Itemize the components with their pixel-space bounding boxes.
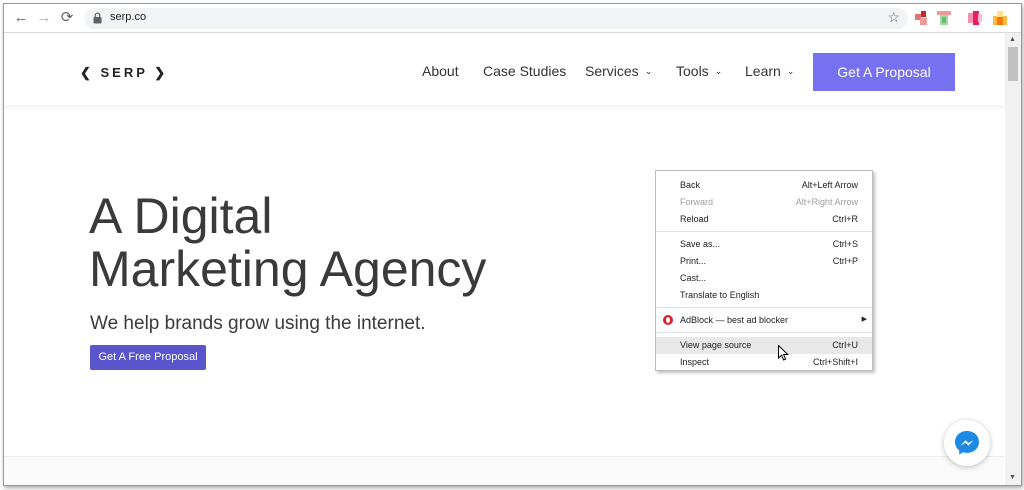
bookmark-star-icon[interactable]: ☆ <box>887 9 900 26</box>
hero-title-line1: A Digital <box>89 188 273 244</box>
menu-item-label: Forward <box>680 197 714 207</box>
back-icon[interactable]: ← <box>12 9 30 27</box>
menu-item-label: Save as... <box>680 239 721 249</box>
menu-item-shortcut: Ctrl+U <box>832 340 858 350</box>
nav-services-label: Services <box>585 63 639 79</box>
scroll-down-arrow-icon[interactable]: ▼ <box>1009 474 1016 481</box>
menu-item-label: Translate to English <box>680 290 760 300</box>
next-section <box>4 456 1004 485</box>
menu-divider <box>656 307 872 308</box>
menu-divider <box>656 231 872 232</box>
extension-icon-3[interactable] <box>968 11 982 25</box>
menu-item-view-page-source[interactable]: View page source Ctrl+U <box>656 337 872 354</box>
menu-item-label: Inspect <box>680 357 710 367</box>
forward-icon[interactable]: → <box>35 9 53 27</box>
address-bar[interactable]: serp.co ☆ <box>84 8 908 29</box>
menu-item-shortcut: Ctrl+P <box>832 256 858 266</box>
menu-item-shortcut: Ctrl+Shift+I <box>812 357 858 367</box>
menu-item-forward[interactable]: Forward Alt+Right Arrow <box>656 194 872 211</box>
menu-item-back[interactable]: Back Alt+Left Arrow <box>656 177 872 194</box>
extension-icon-2[interactable] <box>937 11 951 25</box>
hero-subtitle: We help brands grow using the internet. <box>90 313 426 334</box>
menu-item-shortcut: Ctrl+R <box>832 214 858 224</box>
menu-item-save-as[interactable]: Save as... Ctrl+S <box>656 236 872 253</box>
menu-item-label: Reload <box>680 214 709 224</box>
serp-logo[interactable]: ❮ SERP ❯ <box>80 65 168 81</box>
menu-item-inspect[interactable]: Inspect Ctrl+Shift+I <box>656 354 872 371</box>
free-proposal-button[interactable]: Get A Free Proposal <box>90 345 206 370</box>
menu-item-label: Back <box>680 180 701 190</box>
nav-about[interactable]: About <box>422 63 459 79</box>
nav-learn-label: Learn <box>745 63 781 79</box>
scrollbar-thumb[interactable] <box>1008 47 1018 81</box>
chevron-down-icon: ⌄ <box>786 66 795 76</box>
browser-toolbar: ← → ⟳ serp.co ☆ <box>4 4 1021 33</box>
messenger-chat-button[interactable] <box>944 420 990 466</box>
menu-item-adblock[interactable]: AdBlock — best ad blocker ▶ <box>656 312 872 329</box>
menu-item-label: AdBlock — best ad blocker <box>680 315 789 325</box>
extension-icon-1[interactable] <box>915 11 929 25</box>
chevron-down-icon: ⌄ <box>644 66 653 76</box>
menu-item-shortcut: Alt+Right Arrow <box>795 197 858 207</box>
context-menu: Back Alt+Left Arrow Forward Alt+Right Ar… <box>655 170 873 371</box>
chevron-down-icon: ⌄ <box>714 66 723 76</box>
menu-item-label: View page source <box>680 340 752 350</box>
opera-adblock-icon <box>663 315 673 325</box>
get-proposal-button[interactable]: Get A Proposal <box>813 53 955 91</box>
menu-item-shortcut: Ctrl+S <box>832 239 858 249</box>
hero-title: A Digital Marketing Agency <box>89 190 486 296</box>
menu-item-label: Print... <box>680 256 707 266</box>
menu-item-cast[interactable]: Cast... <box>656 270 872 287</box>
nav-case-studies[interactable]: Case Studies <box>483 63 566 79</box>
url-text: serp.co <box>110 11 147 23</box>
menu-item-label: Cast... <box>680 273 707 283</box>
menu-item-reload[interactable]: Reload Ctrl+R <box>656 211 872 228</box>
menu-item-print[interactable]: Print... Ctrl+P <box>656 253 872 270</box>
reload-icon[interactable]: ⟳ <box>58 9 76 27</box>
nav-services[interactable]: Services ⌄ <box>585 63 652 79</box>
nav-tools-label: Tools <box>676 63 709 79</box>
nav-learn[interactable]: Learn ⌄ <box>745 63 794 79</box>
extension-icon-4[interactable] <box>993 11 1007 25</box>
submenu-arrow-icon: ▶ <box>861 316 867 323</box>
lock-icon <box>93 12 102 24</box>
mouse-cursor-icon <box>778 345 789 361</box>
hero-title-line2: Marketing Agency <box>89 241 487 297</box>
menu-divider <box>656 332 872 333</box>
scroll-up-arrow-icon[interactable]: ▲ <box>1009 36 1016 43</box>
messenger-icon <box>955 431 979 455</box>
menu-item-shortcut: Alt+Left Arrow <box>801 180 858 190</box>
page-scrollbar[interactable]: ▲ ▼ <box>1005 33 1021 485</box>
nav-tools[interactable]: Tools ⌄ <box>676 63 722 79</box>
menu-item-translate[interactable]: Translate to English <box>656 287 872 304</box>
browser-window: ← → ⟳ serp.co ☆ ❮ SERP ❯ About Case Stud… <box>3 3 1022 486</box>
